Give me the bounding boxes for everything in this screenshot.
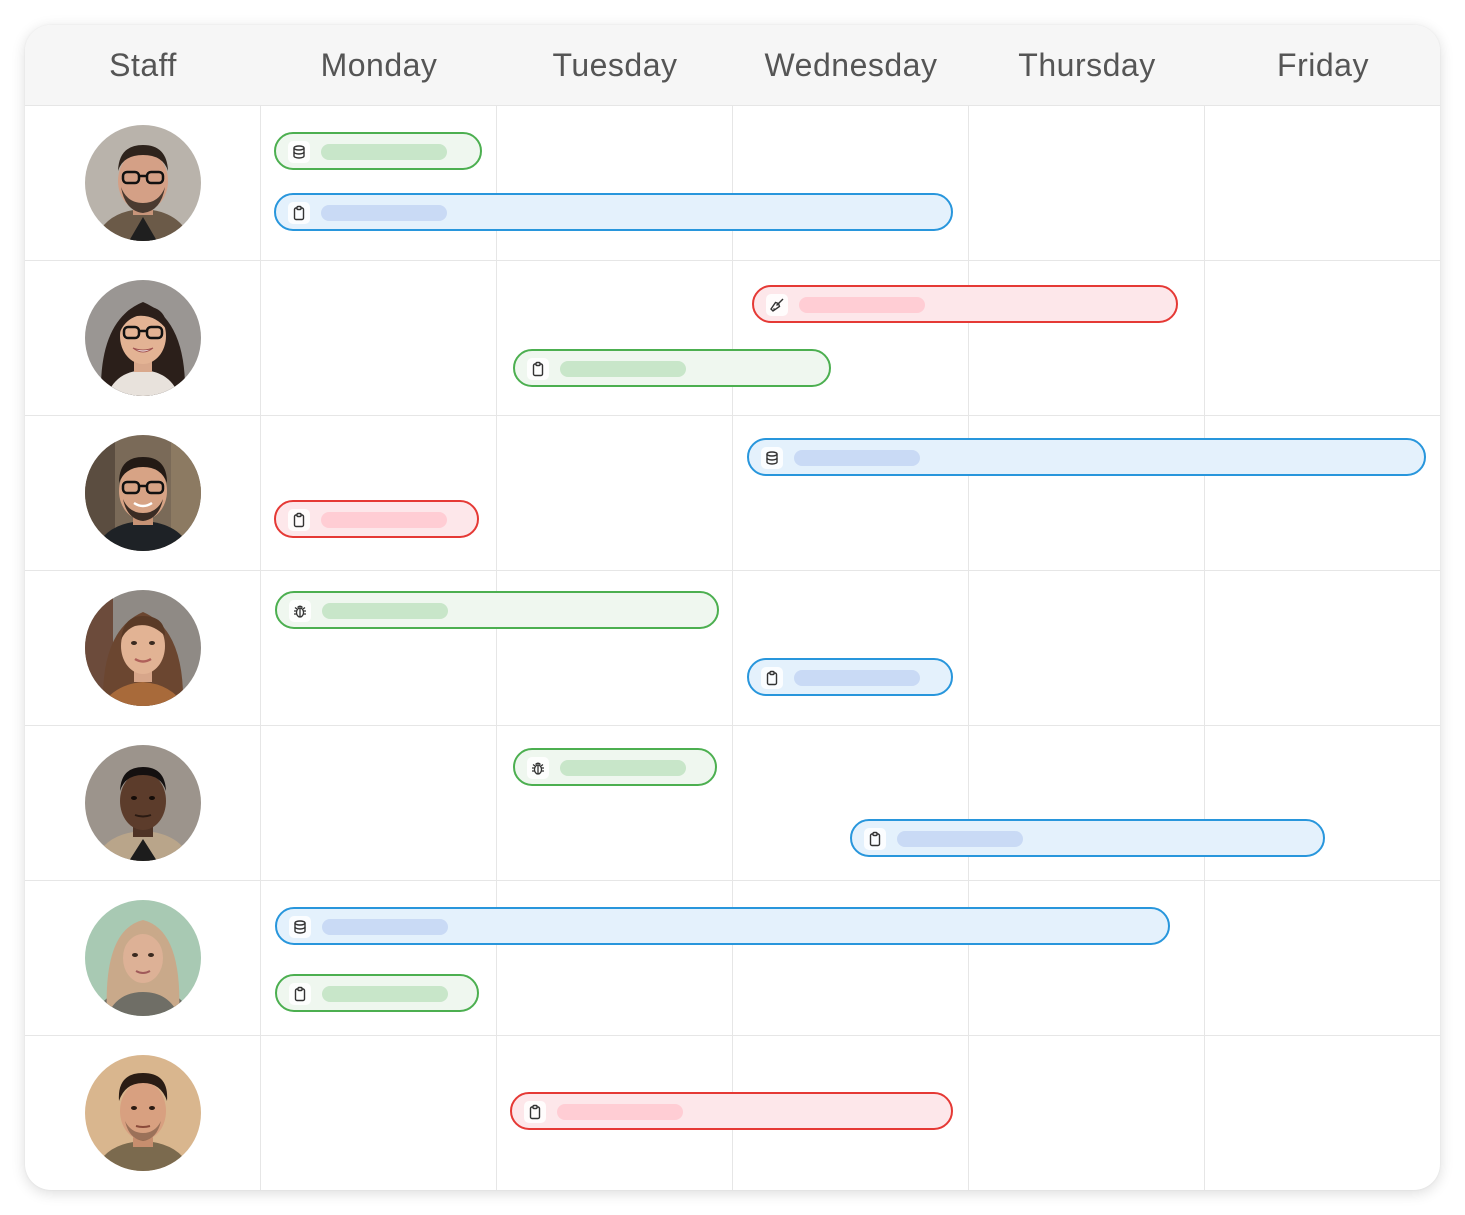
database-icon — [761, 447, 783, 469]
task-bar[interactable] — [513, 748, 717, 786]
avatar-man-short-hair — [85, 745, 201, 861]
grid-column-divider — [732, 105, 733, 1190]
grid-column-divider — [1204, 105, 1205, 1190]
grid-column-divider — [496, 105, 497, 1190]
clipboard-icon — [527, 358, 549, 380]
task-bar[interactable] — [274, 193, 953, 231]
bug-icon — [527, 757, 549, 779]
grid-row-divider — [25, 415, 1440, 416]
clipboard-icon — [288, 202, 310, 224]
grid-row-divider — [25, 260, 1440, 261]
avatar-young-man — [85, 1055, 201, 1171]
clipboard-icon — [761, 667, 783, 689]
task-label-placeholder — [322, 603, 448, 619]
task-label-placeholder — [557, 1104, 683, 1120]
task-bar[interactable] — [274, 132, 482, 170]
task-label-placeholder — [794, 450, 920, 466]
task-bar[interactable] — [850, 819, 1325, 857]
avatar-woman-long-hair — [85, 590, 201, 706]
database-icon — [288, 141, 310, 163]
task-bar[interactable] — [510, 1092, 953, 1130]
avatar-woman-hijab — [85, 900, 201, 1016]
grid-row-divider — [25, 570, 1440, 571]
grid-column-divider — [260, 105, 261, 1190]
task-label-placeholder — [799, 297, 925, 313]
header-thursday: Thursday — [1018, 46, 1156, 83]
task-label-placeholder — [897, 831, 1023, 847]
header-wednesday: Wednesday — [764, 46, 938, 83]
task-label-placeholder — [560, 361, 686, 377]
schedule-card: Staff Monday Tuesday Wednesday Thursday … — [25, 25, 1440, 1190]
task-bar[interactable] — [275, 591, 719, 629]
grid-row-divider — [25, 1035, 1440, 1036]
task-bar[interactable] — [275, 974, 479, 1012]
task-bar[interactable] — [752, 285, 1178, 323]
task-bar[interactable] — [747, 658, 953, 696]
header-staff: Staff — [109, 46, 177, 83]
task-label-placeholder — [321, 205, 447, 221]
clipboard-icon — [289, 983, 311, 1005]
task-label-placeholder — [322, 919, 448, 935]
grid-row-divider — [25, 880, 1440, 881]
task-bar[interactable] — [275, 907, 1170, 945]
task-label-placeholder — [321, 144, 447, 160]
task-bar[interactable] — [747, 438, 1426, 476]
task-label-placeholder — [794, 670, 920, 686]
grid-column-divider — [968, 105, 969, 1190]
clipboard-icon — [864, 828, 886, 850]
task-bar[interactable] — [513, 349, 831, 387]
header-tuesday: Tuesday — [552, 46, 678, 83]
schedule-header: Staff Monday Tuesday Wednesday Thursday … — [25, 25, 1440, 106]
task-label-placeholder — [322, 986, 448, 1002]
database-icon — [289, 916, 311, 938]
avatar-man-glasses-smile — [85, 435, 201, 551]
brush-icon — [766, 294, 788, 316]
clipboard-icon — [288, 509, 310, 531]
bug-icon — [289, 600, 311, 622]
header-monday: Monday — [320, 46, 438, 83]
avatar-woman-glasses — [85, 280, 201, 396]
task-label-placeholder — [321, 512, 447, 528]
grid-row-divider — [25, 725, 1440, 726]
clipboard-icon — [524, 1101, 546, 1123]
task-bar[interactable] — [274, 500, 479, 538]
task-label-placeholder — [560, 760, 686, 776]
avatar-man-glasses-beard — [85, 125, 201, 241]
header-friday: Friday — [1277, 46, 1369, 83]
